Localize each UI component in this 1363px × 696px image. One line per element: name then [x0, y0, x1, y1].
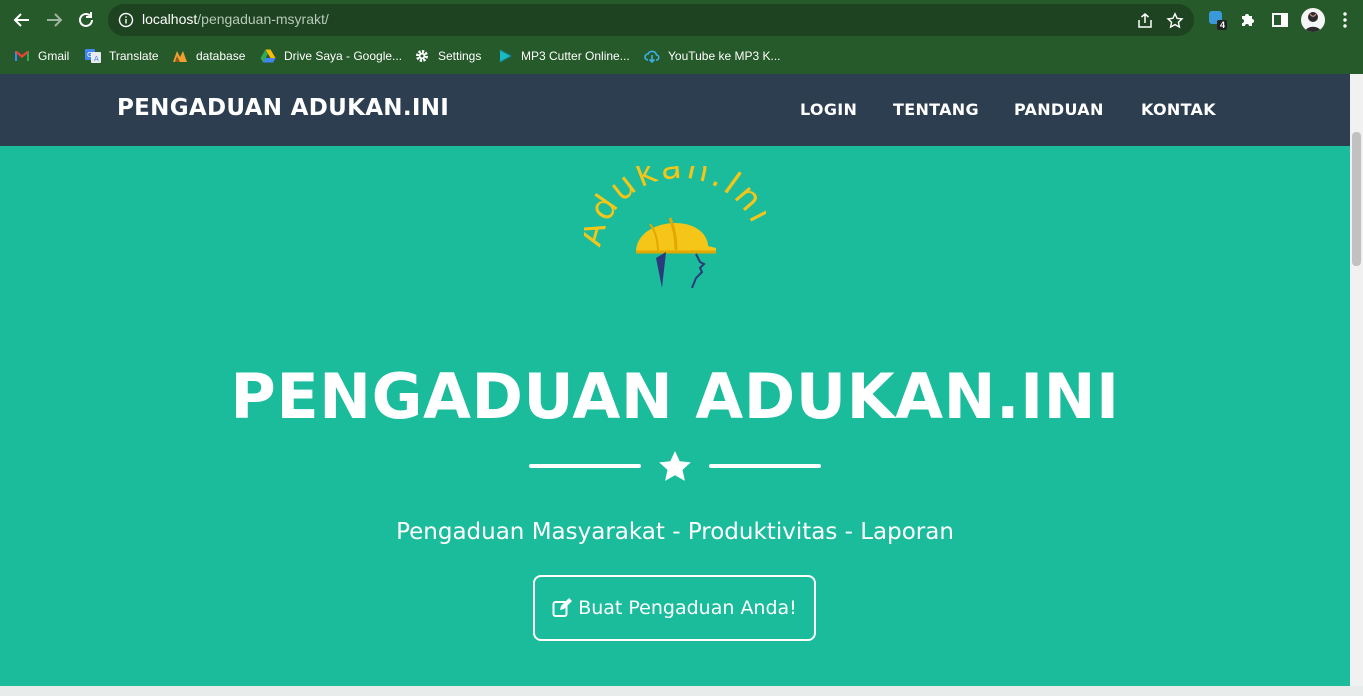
google-drive-icon: [260, 49, 276, 63]
divider-line-right: [709, 464, 821, 468]
bookmark-label: YouTube ke MP3 K...: [668, 49, 781, 63]
star-divider: [529, 451, 821, 481]
hero-title: PENGADUAN ADUKAN.INI: [230, 360, 1120, 433]
profile-avatar[interactable]: [1301, 8, 1325, 32]
nav-link-kontak[interactable]: KONTAK: [1141, 100, 1216, 119]
nav-link-tentang[interactable]: TENTANG: [893, 100, 979, 119]
create-complaint-button[interactable]: Buat Pengaduan Anda!: [533, 575, 816, 641]
gear-icon: [416, 50, 428, 62]
star-bookmark-icon[interactable]: [1166, 12, 1184, 30]
download-cloud-icon: [644, 50, 660, 64]
navbar-brand[interactable]: PENGADUAN ADUKAN.INI: [117, 95, 449, 121]
bookmark-google-drive[interactable]: Drive Saya - Google...: [260, 46, 402, 66]
info-icon[interactable]: [118, 12, 134, 28]
svg-text:A: A: [94, 55, 99, 63]
side-panel-icon[interactable]: [1270, 10, 1290, 30]
masthead: Adukan.Ini PENGADUAN ADUKAN.INI Pengadua…: [0, 146, 1350, 686]
avatar-icon: [1305, 12, 1321, 32]
bookmark-settings[interactable]: Settings: [414, 46, 481, 66]
reload-icon: [79, 12, 93, 27]
bottom-strip: [0, 686, 1363, 696]
bookmark-database[interactable]: database: [172, 46, 245, 66]
bookmark-translate[interactable]: GA Translate: [85, 46, 159, 66]
translate-icon: GA: [85, 49, 101, 63]
bookmark-label: Gmail: [38, 49, 70, 63]
bookmark-gmail[interactable]: Gmail: [14, 46, 69, 66]
site-navbar: PENGADUAN ADUKAN.INI LOGIN TENTANG PANDU…: [0, 74, 1350, 146]
svg-text:G: G: [87, 51, 92, 59]
url-text[interactable]: localhost/pengaduan-msyrakt/: [142, 11, 329, 27]
bookmark-label: Settings: [438, 49, 482, 63]
nav-link-login[interactable]: LOGIN: [800, 100, 857, 119]
bookmark-youtube-mp3[interactable]: YouTube ke MP3 K...: [644, 46, 781, 66]
arrow-right-icon: [47, 13, 63, 27]
bookmarks-bar: Gmail GA Translate database Drive Saya -…: [0, 40, 1363, 74]
database-icon: [173, 51, 187, 62]
page-scrollbar[interactable]: [1350, 74, 1363, 686]
bookmark-mp3-cutter[interactable]: MP3 Cutter Online...: [497, 46, 630, 66]
bookmark-label: MP3 Cutter Online...: [521, 49, 630, 63]
forward-button[interactable]: [42, 8, 66, 32]
url-host: localhost: [142, 11, 198, 27]
bookmark-label: Drive Saya - Google...: [284, 49, 403, 63]
edit-icon: [552, 598, 573, 617]
hero-subtitle: Pengaduan Masyarakat - Produktivitas - L…: [396, 519, 954, 545]
adukan-logo: Adukan.Ini: [584, 166, 766, 288]
nav-link-panduan[interactable]: PANDUAN: [1014, 100, 1104, 119]
puzzle-extensions-icon[interactable]: [1238, 10, 1258, 30]
gmail-icon: [15, 51, 29, 61]
menu-dots-icon[interactable]: [1335, 10, 1355, 30]
create-complaint-label: Buat Pengaduan Anda!: [578, 597, 797, 619]
url-path: /pengaduan-msyrakt/: [197, 11, 329, 27]
browser-chrome: localhost/pengaduan-msyrakt/ 4 Gmail GA …: [0, 0, 1363, 74]
play-icon: [499, 49, 513, 63]
browser-toolbar: localhost/pengaduan-msyrakt/ 4: [0, 0, 1363, 40]
bookmark-label: database: [196, 49, 246, 63]
share-icon[interactable]: [1136, 12, 1154, 30]
extension-badge-count: 4: [1220, 20, 1226, 30]
reload-button[interactable]: [74, 8, 98, 32]
scrollbar-thumb[interactable]: [1352, 132, 1361, 266]
extension-badge-icon[interactable]: 4: [1208, 10, 1228, 30]
address-bar[interactable]: localhost/pengaduan-msyrakt/: [108, 4, 1194, 36]
bookmark-label: Translate: [109, 49, 159, 63]
back-button[interactable]: [10, 8, 34, 32]
star-icon: [659, 451, 691, 481]
arrow-left-icon: [13, 13, 29, 27]
divider-line-left: [529, 464, 641, 468]
